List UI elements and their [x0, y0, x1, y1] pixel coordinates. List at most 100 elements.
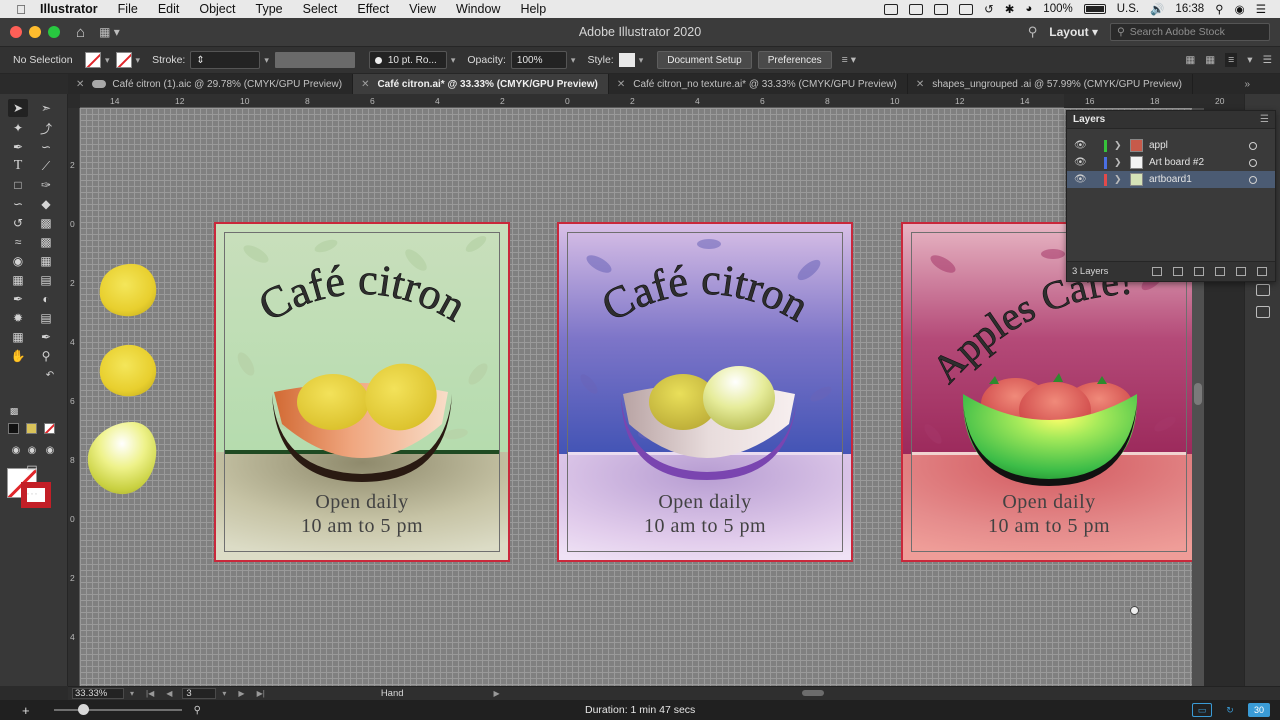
display-icon[interactable]: [934, 3, 949, 15]
vertical-ruler[interactable]: 2 0 2 4 6 8 0 2 4: [68, 108, 80, 686]
swap-fill-stroke-icon[interactable]: ↶: [40, 366, 60, 384]
zoom-slider-knob[interactable]: [77, 704, 89, 715]
edit-toolbar-icon[interactable]: ···: [22, 484, 42, 502]
rotate-tool-icon[interactable]: ↺: [8, 214, 28, 232]
expand-chevron-icon[interactable]: ❯: [1114, 140, 1124, 151]
default-fill-stroke-icon[interactable]: ▩: [4, 402, 24, 420]
layer-target-icon[interactable]: [1249, 141, 1257, 150]
artboards-panel-icon[interactable]: [1256, 284, 1270, 296]
workspace-switcher[interactable]: Layout ▾: [1049, 25, 1098, 39]
skip-30-button[interactable]: 30: [1248, 703, 1270, 717]
notification-center-icon[interactable]: ☰: [1256, 2, 1266, 16]
menu-effect[interactable]: Effect: [347, 2, 399, 16]
mesh-tool-icon[interactable]: ▦: [8, 271, 28, 289]
asset-export-panel-icon[interactable]: [1256, 306, 1270, 318]
zoom-window-button[interactable]: [48, 26, 60, 38]
control-bar-menu-icon[interactable]: ≡: [1225, 53, 1238, 67]
chevron-down-icon[interactable]: ▾: [136, 55, 141, 66]
color-mode-button[interactable]: [8, 423, 19, 434]
lemon-shape-3[interactable]: [87, 422, 157, 495]
new-sublayer-icon[interactable]: [1215, 267, 1225, 276]
locate-object-icon[interactable]: [1173, 267, 1183, 276]
picture-in-picture-icon[interactable]: ▭: [1192, 703, 1212, 717]
slice-tool-icon[interactable]: ✒: [36, 328, 56, 346]
eraser-tool-icon[interactable]: ◆: [36, 195, 56, 213]
layer-name[interactable]: appl: [1149, 140, 1168, 151]
arrange-documents-icon[interactable]: ▦ ▾: [99, 25, 120, 39]
chevron-down-icon[interactable]: ▾: [222, 689, 226, 698]
menu-view[interactable]: View: [399, 2, 446, 16]
volume-icon[interactable]: 🔊: [1150, 2, 1164, 16]
search-icon[interactable]: ⚲: [194, 705, 201, 716]
zoom-in-icon[interactable]: +: [22, 703, 30, 718]
layer-row-artboard1[interactable]: 👁 ❯ artboard1: [1067, 171, 1275, 188]
battery-icon[interactable]: [1083, 4, 1106, 14]
new-layer-icon[interactable]: [1236, 267, 1246, 276]
layer-row-art-board-2[interactable]: 👁 ❯ Art board #2: [1067, 154, 1275, 171]
document-setup-button[interactable]: Document Setup: [657, 51, 752, 69]
tab-cafe-citron-no-texture[interactable]: ✕ Café citron_no texture.ai* @ 33.33% (C…: [609, 74, 908, 94]
chevron-down-icon[interactable]: ▾: [1247, 54, 1252, 66]
apple-menu-icon[interactable]: : [12, 2, 30, 17]
next-artboard-icon[interactable]: ▶: [238, 689, 244, 698]
selection-tool-icon[interactable]: ➤: [8, 99, 28, 117]
direct-selection-tool-icon[interactable]: ➣: [36, 99, 56, 117]
none-mode-button[interactable]: [44, 423, 55, 434]
lemon-shape-1[interactable]: [99, 263, 157, 317]
layer-name[interactable]: artboard1: [1149, 174, 1192, 185]
visibility-eye-icon[interactable]: 👁: [1074, 174, 1088, 185]
stroke-swatch[interactable]: [115, 52, 132, 68]
align-options-icon[interactable]: ≡ ▾: [842, 54, 856, 66]
close-icon[interactable]: ✕: [361, 79, 369, 90]
zoom-tool-icon[interactable]: ⚲: [36, 347, 56, 365]
tab-cafe-citron-1[interactable]: ✕ Café citron (1).aic @ 29.78% (CMYK/GPU…: [68, 74, 354, 94]
bluetooth-icon[interactable]: ✱: [1005, 2, 1015, 16]
menu-select[interactable]: Select: [293, 2, 348, 16]
expand-chevron-icon[interactable]: ❯: [1114, 174, 1124, 185]
draw-inside-icon[interactable]: ◉: [40, 441, 60, 459]
rectangle-tool-icon[interactable]: □: [8, 176, 28, 194]
stroke-weight-field[interactable]: ⇕: [190, 51, 261, 69]
menu-help[interactable]: Help: [510, 2, 556, 16]
menu-window[interactable]: Window: [446, 2, 510, 16]
zoom-slider[interactable]: [53, 704, 182, 715]
chevron-down-icon[interactable]: ▾: [105, 55, 110, 66]
previous-artboard-icon[interactable]: ◀: [166, 689, 172, 698]
loop-icon[interactable]: ↻: [1220, 703, 1240, 717]
artboard-2[interactable]: Café citron Open daily 10 am to 5 pm: [557, 222, 853, 562]
arrange-icon[interactable]: ▦: [1205, 54, 1215, 66]
menu-edit[interactable]: Edit: [148, 2, 190, 16]
tab-overflow-icon[interactable]: »: [1244, 74, 1250, 94]
horizontal-scroll-thumb[interactable]: [802, 690, 824, 696]
panel-menu-icon[interactable]: ☰: [1263, 54, 1272, 66]
artboard-1[interactable]: Café citron Open daily 10 am to 5 pm: [214, 222, 510, 562]
time-machine-icon[interactable]: ↺: [984, 2, 994, 16]
curvature-tool-icon[interactable]: ∽: [36, 138, 56, 156]
visibility-eye-icon[interactable]: 👁: [1074, 157, 1088, 168]
artboard-number-field[interactable]: 3: [182, 688, 217, 699]
screen-record-icon[interactable]: [884, 3, 899, 15]
home-icon[interactable]: ⌂: [76, 24, 85, 41]
close-icon[interactable]: ✕: [76, 79, 84, 90]
symbol-sprayer-tool-icon[interactable]: ✹: [8, 309, 28, 327]
draw-behind-icon[interactable]: ◉: [22, 441, 42, 459]
chevron-down-icon[interactable]: ▾: [130, 689, 134, 698]
chevron-down-icon[interactable]: ▾: [639, 55, 644, 66]
tab-cafe-citron[interactable]: ✕ Café citron.ai* @ 33.33% (CMYK/GPU Pre…: [353, 74, 609, 94]
brush-definition[interactable]: 10 pt. Ro...: [368, 51, 447, 69]
chevron-down-icon[interactable]: ▾: [264, 55, 269, 66]
layer-target-icon[interactable]: [1249, 175, 1257, 184]
pen-tool-icon[interactable]: ✒: [8, 138, 28, 156]
camera-icon[interactable]: [959, 3, 974, 15]
expand-chevron-icon[interactable]: ❯: [1114, 157, 1124, 168]
layers-panel-title[interactable]: Layers: [1073, 114, 1105, 125]
lasso-tool-icon[interactable]: ⤴: [36, 119, 56, 137]
screen-mode-icon[interactable]: ▭: [22, 458, 42, 476]
horizontal-scrollbar[interactable]: [452, 690, 1192, 696]
shaper-tool-icon[interactable]: ∽: [8, 195, 28, 213]
layer-target-icon[interactable]: [1249, 158, 1257, 167]
export-layer-icon[interactable]: [1152, 267, 1162, 276]
fill-swatch[interactable]: [85, 52, 101, 68]
shape-builder-tool-icon[interactable]: ◉: [8, 252, 28, 270]
visibility-eye-icon[interactable]: 👁: [1074, 140, 1088, 151]
